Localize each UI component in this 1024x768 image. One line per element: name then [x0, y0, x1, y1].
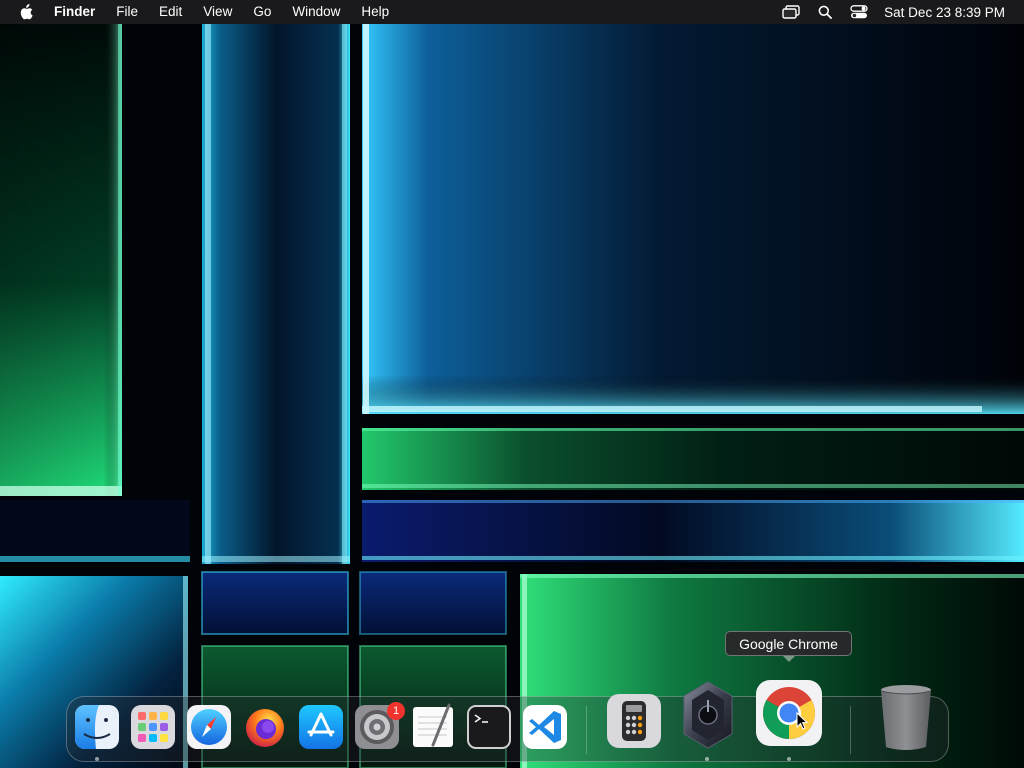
control-center-icon[interactable]	[848, 0, 870, 24]
hexagon-app-icon	[683, 681, 733, 749]
menu-go[interactable]: Go	[253, 0, 271, 24]
launchpad-icon	[131, 705, 175, 749]
app-store-icon	[299, 705, 343, 749]
menu-file[interactable]: File	[116, 0, 138, 24]
menu-app-name[interactable]: Finder	[54, 0, 95, 24]
dock-item-terminal[interactable]	[467, 705, 511, 749]
dock-divider-right	[850, 706, 851, 754]
system-preferences-badge-count: 1	[392, 705, 400, 717]
safari-icon	[187, 705, 231, 749]
menu-edit[interactable]: Edit	[159, 0, 182, 24]
dock-running-indicator-chrome	[787, 757, 791, 761]
dock-divider-left	[586, 706, 587, 754]
menu-bar-status: Sat Dec 23 8:39 PM	[768, 0, 1024, 24]
menu-window[interactable]: Window	[292, 0, 340, 24]
textedit-icon	[413, 703, 453, 747]
dock-item-trash[interactable]	[878, 683, 934, 751]
dock-item-finder[interactable]	[75, 705, 119, 749]
dock-tooltip-label: Google Chrome	[739, 635, 838, 652]
dock-item-vscode[interactable]	[523, 705, 567, 749]
vscode-icon	[523, 705, 567, 749]
menu-bar-clock[interactable]: Sat Dec 23 8:39 PM	[884, 5, 1005, 20]
screen-mirroring-icon[interactable]	[780, 0, 802, 24]
dock-item-firefox[interactable]	[243, 705, 287, 749]
dock-tooltip-arrow	[783, 656, 795, 662]
dock-item-launchpad[interactable]	[131, 705, 175, 749]
dock-item-safari[interactable]	[187, 705, 231, 749]
finder-icon	[75, 705, 119, 749]
calculator-icon	[607, 694, 661, 748]
desktop-wallpaper	[0, 0, 1024, 768]
firefox-icon	[246, 709, 284, 747]
dock-item-calculator[interactable]	[607, 694, 661, 748]
dock-item-hexagon-app[interactable]	[680, 680, 736, 750]
chrome-icon	[756, 680, 822, 746]
menu-view[interactable]: View	[203, 0, 232, 24]
apple-icon[interactable]	[16, 0, 36, 24]
system-preferences-badge: 1	[387, 702, 405, 720]
dock-running-indicator-finder	[95, 757, 99, 761]
terminal-icon	[467, 705, 511, 749]
wallpaper-art	[0, 0, 1024, 768]
menu-help[interactable]: Help	[361, 0, 389, 24]
spotlight-search-icon[interactable]	[814, 0, 836, 24]
mouse-cursor-icon	[796, 711, 809, 735]
menu-bar-left: Finder File Edit View Go Window Help	[0, 0, 410, 24]
dock-tooltip: Google Chrome	[725, 631, 852, 656]
dock-item-chrome[interactable]	[756, 680, 822, 746]
dock-item-app-store[interactable]	[299, 705, 343, 749]
trash-icon	[880, 685, 932, 750]
dock-running-indicator-hexagon-app	[705, 757, 709, 761]
menu-bar: Finder File Edit View Go Window Help Sat…	[0, 0, 1024, 24]
dock-item-textedit[interactable]	[411, 703, 455, 749]
